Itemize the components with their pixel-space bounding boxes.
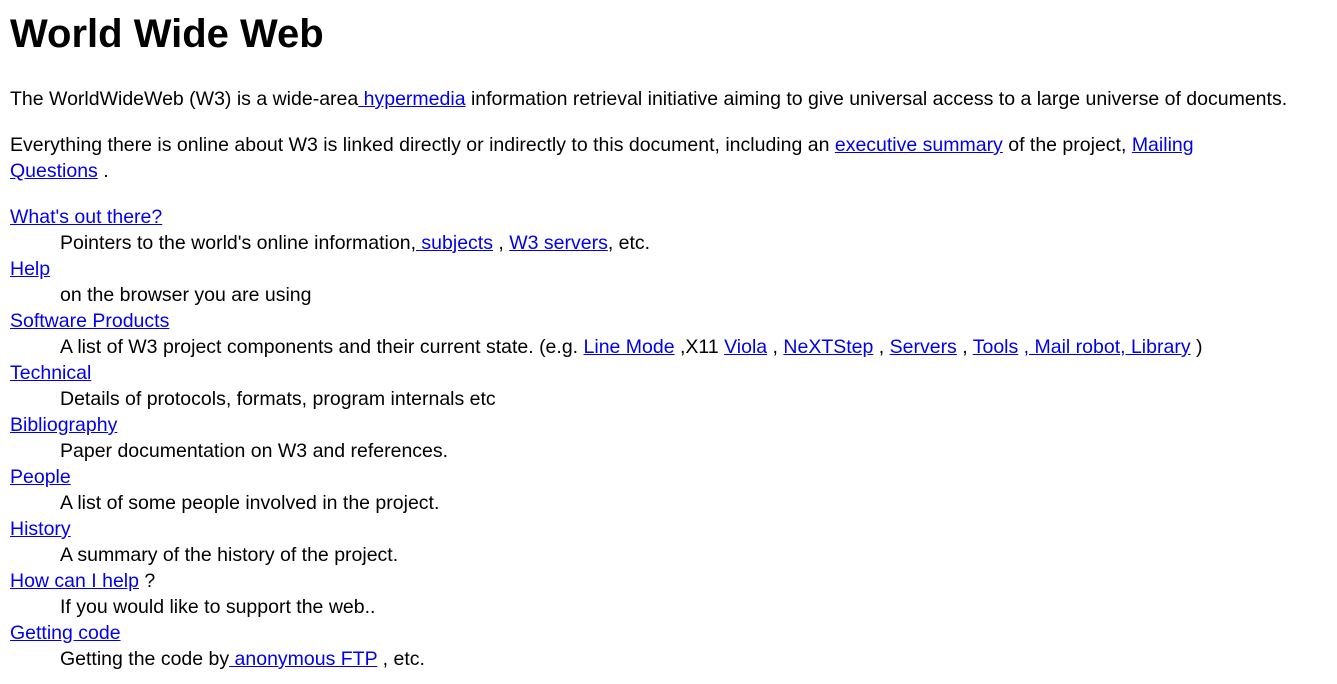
text: ? — [139, 570, 156, 592]
intro-paragraph: The WorldWideWeb (W3) is a wide-area hyp… — [10, 86, 1327, 112]
summary-paragraph: Everything there is online about W3 is l… — [10, 132, 1327, 184]
text: Pointers to the world's online informati… — [60, 232, 416, 254]
list-item-desc: A list of W3 project components and thei… — [60, 334, 1327, 360]
text: A list of W3 project components and thei… — [60, 336, 584, 358]
list-item-desc: Getting the code by anonymous FTP , etc. — [60, 646, 1327, 672]
topic-list: What's out there? Pointers to the world'… — [10, 204, 1327, 672]
w3-servers-link[interactable]: W3 servers — [509, 232, 608, 254]
questions-link[interactable]: Questions — [10, 160, 98, 182]
list-item-desc: Details of protocols, formats, program i… — [60, 388, 496, 410]
anonymous-ftp-link[interactable]: anonymous FTP — [229, 648, 378, 670]
software-products-link[interactable]: Software Products — [10, 310, 169, 332]
text: ,X11 — [674, 336, 725, 358]
list-item-desc: on the browser you are using — [60, 284, 312, 306]
history-link[interactable]: History — [10, 518, 71, 540]
mailing-link[interactable]: Mailing — [1132, 134, 1194, 156]
text: information retrieval initiative aiming … — [465, 88, 1288, 110]
text: , — [956, 336, 973, 358]
hypermedia-link[interactable]: hypermedia — [358, 88, 466, 110]
text: The WorldWideWeb (W3) is a wide-area — [10, 88, 359, 110]
text: Getting the code by — [60, 648, 230, 670]
technical-link[interactable]: Technical — [10, 362, 91, 384]
whats-out-there-link[interactable]: What's out there? — [10, 206, 162, 228]
list-item-desc: A list of some people involved in the pr… — [60, 492, 440, 514]
people-link[interactable]: People — [10, 466, 71, 488]
subjects-link[interactable]: subjects — [416, 232, 493, 254]
text: ) — [1190, 336, 1203, 358]
text: , etc. — [607, 232, 651, 254]
text: . — [97, 160, 109, 182]
text: of the project, — [1002, 134, 1132, 156]
library-link[interactable]: , Library — [1120, 336, 1190, 358]
viola-link[interactable]: Viola — [724, 336, 767, 358]
executive-summary-link[interactable]: executive summary — [835, 134, 1003, 156]
tools-link[interactable]: Tools — [973, 336, 1019, 358]
bibliography-link[interactable]: Bibliography — [10, 414, 117, 436]
nextstep-link[interactable]: NeXTStep — [783, 336, 873, 358]
servers-link[interactable]: Servers — [890, 336, 957, 358]
page: World Wide Web The WorldWideWeb (W3) is … — [0, 0, 1337, 672]
line-mode-link[interactable]: Line Mode — [584, 336, 675, 358]
list-item-desc: If you would like to support the web.. — [60, 596, 376, 618]
text: , — [767, 336, 784, 358]
list-item-desc: A summary of the history of the project. — [60, 544, 399, 566]
how-can-i-help-link[interactable]: How can I help — [10, 570, 139, 592]
help-link[interactable]: Help — [10, 258, 50, 280]
text: Everything there is online about W3 is l… — [10, 134, 835, 156]
text: , etc. — [377, 648, 425, 670]
mail-robot-link[interactable]: , Mail robot — [1024, 336, 1120, 358]
list-item-desc: Paper documentation on W3 and references… — [60, 440, 449, 462]
getting-code-link[interactable]: Getting code — [10, 622, 121, 644]
page-title: World Wide Web — [10, 12, 324, 56]
text: , — [492, 232, 510, 254]
list-item-desc: Pointers to the world's online informati… — [60, 230, 1327, 256]
text: , — [873, 336, 890, 358]
